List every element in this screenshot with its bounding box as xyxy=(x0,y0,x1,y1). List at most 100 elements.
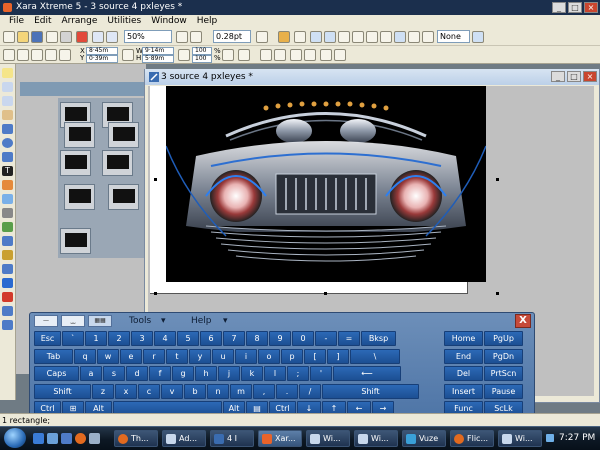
thumbnail[interactable] xyxy=(60,150,91,176)
keyboard-key[interactable]: Bksp xyxy=(361,331,396,346)
contour-tool-icon[interactable] xyxy=(2,222,13,232)
show-desktop-icon[interactable] xyxy=(33,433,44,444)
clock[interactable]: 7:27 PM xyxy=(559,432,595,444)
contour-icon[interactable] xyxy=(366,31,378,43)
taskbar-item[interactable]: Th... xyxy=(114,430,158,447)
menu-arrange[interactable]: Arrange xyxy=(57,15,103,28)
menu-help[interactable]: Help xyxy=(192,15,223,28)
select-inside-icon[interactable] xyxy=(17,49,29,61)
keyboard-key[interactable]: 3 xyxy=(131,331,153,346)
keyboard-key[interactable]: x xyxy=(115,383,137,399)
flip-horizontal-icon[interactable] xyxy=(260,49,272,61)
keyboard-key[interactable]: h xyxy=(195,366,217,381)
chevron-down-icon[interactable]: ▾ xyxy=(223,315,228,328)
keyboard-key[interactable]: e xyxy=(120,348,142,364)
keyboard-key[interactable]: j xyxy=(218,366,240,381)
keyboard-key[interactable]: Shift xyxy=(322,383,419,399)
keyboard-nav-key[interactable]: Insert xyxy=(444,383,483,399)
taskbar-item[interactable]: Wi... xyxy=(354,430,398,447)
keyboard-key[interactable]: y xyxy=(189,348,211,364)
height-field[interactable]: 5·89m xyxy=(142,55,174,63)
keyboard-key[interactable]: s xyxy=(103,366,125,381)
fill-select[interactable]: None xyxy=(437,30,470,43)
keyboard-nav-key[interactable]: Del xyxy=(444,366,483,381)
keyboard-key[interactable]: \ xyxy=(350,348,400,364)
ellipse-tool-icon[interactable] xyxy=(2,138,13,148)
x-position-field[interactable]: 8·45m xyxy=(86,47,118,55)
scale-x-field[interactable]: 100 xyxy=(192,47,212,55)
live-effects-tool-icon[interactable] xyxy=(2,278,13,288)
thumbnail[interactable] xyxy=(64,184,95,210)
flip-vertical-icon[interactable] xyxy=(274,49,286,61)
keyboard-key[interactable]: - xyxy=(315,331,337,346)
switch-windows-icon[interactable] xyxy=(47,433,58,444)
keyboard-key[interactable]: b xyxy=(184,383,206,399)
keyboard-key[interactable]: 1 xyxy=(85,331,107,346)
blend-icon[interactable] xyxy=(394,31,406,43)
thumbnail[interactable] xyxy=(108,184,139,210)
import-icon[interactable] xyxy=(46,31,58,43)
maximize-button[interactable]: □ xyxy=(568,2,582,13)
show-info-icon[interactable] xyxy=(45,49,57,61)
taskbar-item-active[interactable]: Xar... xyxy=(258,430,302,447)
shape-editor-tool-icon[interactable] xyxy=(2,82,13,92)
select-bounds-icon[interactable] xyxy=(3,49,15,61)
chevron-down-icon[interactable]: ▾ xyxy=(161,315,166,328)
selection-handle[interactable] xyxy=(154,178,157,181)
keyboard-key[interactable]: 2 xyxy=(108,331,130,346)
print-icon[interactable] xyxy=(60,31,72,43)
zoom-tool-icon[interactable] xyxy=(2,320,13,330)
menu-window[interactable]: Window xyxy=(146,15,192,28)
shadow-tool-icon[interactable] xyxy=(2,208,13,218)
redo-icon[interactable] xyxy=(106,31,118,43)
fill-icon[interactable] xyxy=(310,31,322,43)
thumbnail[interactable] xyxy=(108,122,139,148)
keyboard-nav-key[interactable]: PgUp xyxy=(484,331,523,346)
text-tool-icon[interactable]: T xyxy=(2,166,13,176)
link-size-icon[interactable] xyxy=(178,49,190,61)
keyboard-key[interactable]: 8 xyxy=(246,331,268,346)
bevel-icon[interactable] xyxy=(352,31,364,43)
keyboard-nav-key[interactable]: Home xyxy=(444,331,483,346)
keyboard-key[interactable]: 9 xyxy=(269,331,291,346)
taskbar-item[interactable]: Wi... xyxy=(498,430,542,447)
keyboard-key[interactable]: g xyxy=(172,366,194,381)
skew-tool-icon[interactable] xyxy=(334,49,346,61)
keyboard-key[interactable]: p xyxy=(281,348,303,364)
taskbar-item[interactable]: Wi... xyxy=(306,430,350,447)
magnet-snap-icon[interactable] xyxy=(278,31,290,43)
scale-y-field[interactable]: 100 xyxy=(192,55,212,63)
push-tool-icon[interactable] xyxy=(2,306,13,316)
open-folder-icon[interactable] xyxy=(17,31,29,43)
keyboard-key[interactable]: u xyxy=(212,348,234,364)
keyboard-key[interactable]: c xyxy=(138,383,160,399)
keyboard-key[interactable]: ` xyxy=(62,331,84,346)
thumbnail[interactable] xyxy=(60,228,91,254)
shadow-icon[interactable] xyxy=(338,31,350,43)
keyboard-layout-1-tab[interactable]: — xyxy=(34,315,58,327)
keyboard-key[interactable]: ⟵ xyxy=(333,366,401,381)
taskbar-item[interactable]: 4 I xyxy=(210,430,254,447)
keyboard-key[interactable]: Caps xyxy=(34,366,79,381)
doc-maximize-button[interactable]: □ xyxy=(567,71,581,82)
keyboard-key[interactable]: f xyxy=(149,366,171,381)
keyboard-nav-key[interactable]: PgDn xyxy=(484,348,523,364)
position-mode-icon[interactable] xyxy=(59,49,71,61)
keyboard-key[interactable]: v xyxy=(161,383,183,399)
keyboard-key[interactable]: ] xyxy=(327,348,349,364)
fill-arrow-icon[interactable] xyxy=(472,31,484,43)
bring-forward-icon[interactable] xyxy=(290,49,302,61)
keyboard-nav-key[interactable]: PrtScn xyxy=(484,366,523,381)
keyboard-key[interactable]: ' xyxy=(310,366,332,381)
network-icon[interactable] xyxy=(546,434,554,442)
new-document-icon[interactable] xyxy=(3,31,15,43)
keyboard-key[interactable]: 5 xyxy=(177,331,199,346)
firefox-icon[interactable] xyxy=(75,433,86,444)
doc-minimize-button[interactable]: _ xyxy=(551,71,565,82)
menu-edit[interactable]: Edit xyxy=(29,15,56,28)
keyboard-key[interactable]: l xyxy=(264,366,286,381)
zoom-drawing-icon[interactable] xyxy=(190,31,202,43)
keyboard-key[interactable]: t xyxy=(166,348,188,364)
fill-tool-icon[interactable] xyxy=(2,180,13,190)
keyboard-key[interactable]: 7 xyxy=(223,331,245,346)
